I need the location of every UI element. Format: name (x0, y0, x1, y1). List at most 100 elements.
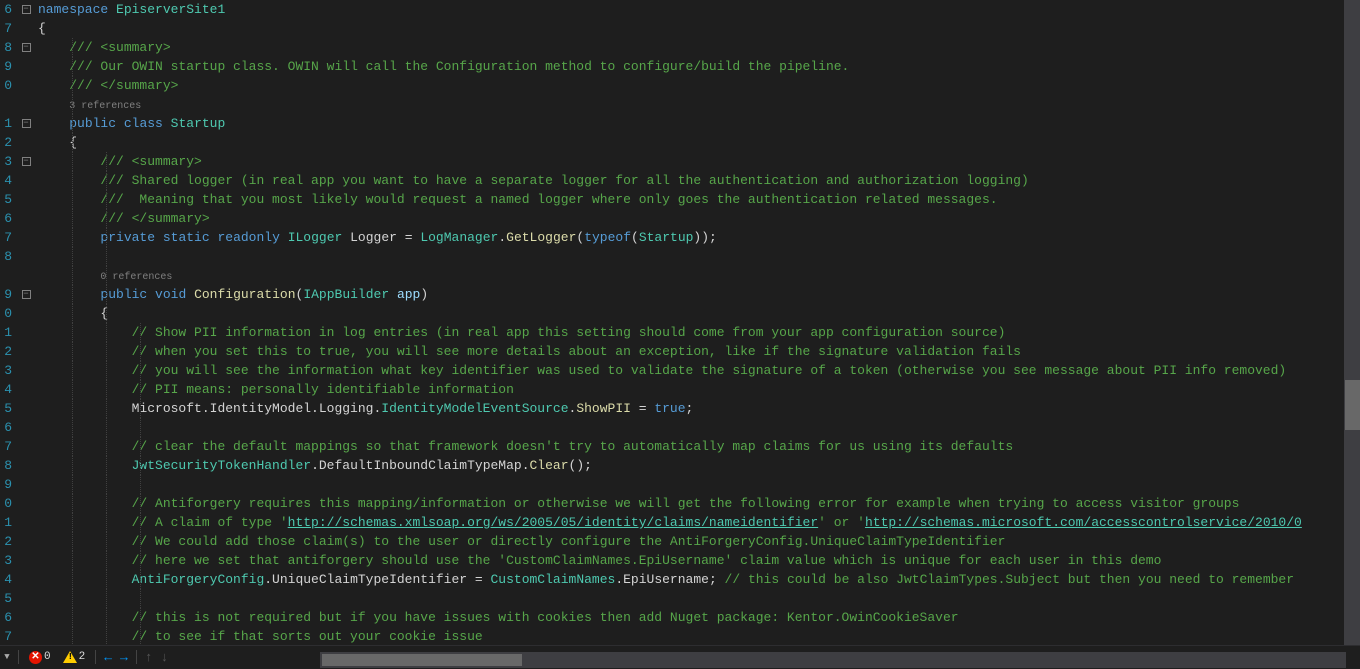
code-line[interactable] (34, 589, 1360, 608)
code-line[interactable]: // Antiforgery requires this mapping/inf… (34, 494, 1360, 513)
line-number: 6 (0, 0, 12, 19)
code-editor[interactable]: 67890123456789012345678901234567 −−−−− n… (0, 0, 1360, 645)
line-number: 7 (0, 627, 12, 645)
url-link[interactable]: http://schemas.xmlsoap.org/ws/2005/05/id… (288, 515, 819, 530)
fold-cell (18, 323, 34, 342)
code-line[interactable]: // Show PII information in log entries (… (34, 323, 1360, 342)
line-number: 1 (0, 513, 12, 532)
warning-icon (63, 651, 77, 663)
token-kw: readonly (217, 230, 279, 245)
code-line[interactable]: // here we set that antiforgery should u… (34, 551, 1360, 570)
fold-toggle-icon[interactable]: − (22, 157, 31, 166)
code-line[interactable]: /// </summary> (34, 76, 1360, 95)
token-plain: { (69, 135, 77, 150)
horizontal-scrollbar[interactable] (320, 652, 1346, 668)
line-number: 1 (0, 114, 12, 133)
fold-cell (18, 361, 34, 380)
url-link[interactable]: http://schemas.microsoft.com/accesscontr… (865, 515, 1302, 530)
token-plain: .UniqueClaimTypeIdentifier = (264, 572, 490, 587)
line-number: 5 (0, 399, 12, 418)
code-line[interactable]: // A claim of type 'http://schemas.xmlso… (34, 513, 1360, 532)
code-line[interactable]: public class Startup (34, 114, 1360, 133)
code-line[interactable]: // PII means: personally identifiable in… (34, 380, 1360, 399)
token-comment: ' or ' (818, 515, 865, 530)
warning-count[interactable]: 2 (57, 651, 92, 663)
code-line[interactable] (34, 418, 1360, 437)
fold-cell (18, 190, 34, 209)
fold-toggle-icon[interactable]: − (22, 5, 31, 14)
code-line[interactable]: JwtSecurityTokenHandler.DefaultInboundCl… (34, 456, 1360, 475)
fold-toggle-icon[interactable]: − (22, 290, 31, 299)
fold-cell (18, 342, 34, 361)
separator (136, 650, 137, 664)
code-line[interactable]: private static readonly ILogger Logger =… (34, 228, 1360, 247)
nav-up-icon[interactable]: ↑ (141, 650, 157, 665)
code-line[interactable] (34, 475, 1360, 494)
token-kw: public (69, 116, 116, 131)
line-number: 6 (0, 418, 12, 437)
fold-cell[interactable]: − (18, 285, 34, 304)
fold-cell (18, 19, 34, 38)
code-line[interactable]: AntiForgeryConfig.UniqueClaimTypeIdentif… (34, 570, 1360, 589)
token-cls: IAppBuilder (303, 287, 389, 302)
line-number: 3 (0, 551, 12, 570)
code-line[interactable]: 0 references (34, 266, 1360, 285)
token-param: app (397, 287, 420, 302)
panel-dropdown[interactable]: ▼ (0, 646, 14, 669)
warning-count-value: 2 (79, 651, 86, 663)
token-comment: // here we set that antiforgery should u… (132, 553, 1162, 568)
code-line[interactable]: // to see if that sorts out your cookie … (34, 627, 1360, 645)
code-line[interactable]: { (34, 19, 1360, 38)
fold-cell[interactable]: − (18, 114, 34, 133)
token-codelens: 0 references (100, 272, 172, 283)
fold-toggle-icon[interactable]: − (22, 43, 31, 52)
vertical-scroll-thumb[interactable] (1345, 380, 1360, 430)
code-content[interactable]: namespace EpiserverSite1{ /// <summary> … (34, 0, 1360, 645)
code-line[interactable]: /// </summary> (34, 209, 1360, 228)
code-line[interactable]: /// Shared logger (in real app you want … (34, 171, 1360, 190)
code-line[interactable]: 3 references (34, 95, 1360, 114)
line-number: 8 (0, 247, 12, 266)
fold-cell (18, 494, 34, 513)
code-line[interactable]: // when you set this to true, you will s… (34, 342, 1360, 361)
code-line[interactable]: /// <summary> (34, 152, 1360, 171)
code-line[interactable]: // this is not required but if you have … (34, 608, 1360, 627)
token-cls: Startup (639, 230, 694, 245)
nav-forward-icon[interactable]: → (116, 650, 132, 665)
fold-cell (18, 551, 34, 570)
code-line[interactable]: namespace EpiserverSite1 (34, 0, 1360, 19)
fold-cell[interactable]: − (18, 152, 34, 171)
line-number-gutter: 67890123456789012345678901234567 (0, 0, 18, 645)
code-line[interactable]: /// Our OWIN startup class. OWIN will ca… (34, 57, 1360, 76)
fold-gutter[interactable]: − − − − − (18, 0, 34, 645)
error-count[interactable]: ✕ 0 (23, 651, 57, 664)
code-line[interactable] (34, 247, 1360, 266)
line-number: 9 (0, 475, 12, 494)
token-plain: ) (420, 287, 428, 302)
token-codelens: 3 references (69, 101, 141, 112)
code-line[interactable]: /// Meaning that you most likely would r… (34, 190, 1360, 209)
token-plain: . (498, 230, 506, 245)
token-plain: .DefaultInboundClaimTypeMap. (311, 458, 529, 473)
fold-cell[interactable]: − (18, 0, 34, 19)
fold-toggle-icon[interactable]: − (22, 119, 31, 128)
fold-cell (18, 608, 34, 627)
horizontal-scroll-thumb[interactable] (322, 654, 522, 666)
code-line[interactable]: // We could add those claim(s) to the us… (34, 532, 1360, 551)
code-line[interactable]: // you will see the information what key… (34, 361, 1360, 380)
token-cls: AntiForgeryConfig (132, 572, 265, 587)
nav-down-icon[interactable]: ↓ (157, 650, 173, 665)
code-line[interactable]: Microsoft.IdentityModel.Logging.Identity… (34, 399, 1360, 418)
token-cls: EpiserverSite1 (116, 2, 225, 17)
code-line[interactable]: // clear the default mappings so that fr… (34, 437, 1360, 456)
fold-cell[interactable]: − (18, 38, 34, 57)
nav-back-icon[interactable]: ← (100, 650, 116, 665)
code-line[interactable]: { (34, 304, 1360, 323)
code-line[interactable]: public void Configuration(IAppBuilder ap… (34, 285, 1360, 304)
code-line[interactable]: { (34, 133, 1360, 152)
code-line[interactable]: /// <summary> (34, 38, 1360, 57)
token-comment: // this is not required but if you have … (132, 610, 959, 625)
token-plain: .EpiUsername; (615, 572, 724, 587)
line-number: 1 (0, 323, 12, 342)
vertical-scrollbar[interactable] (1344, 0, 1360, 645)
